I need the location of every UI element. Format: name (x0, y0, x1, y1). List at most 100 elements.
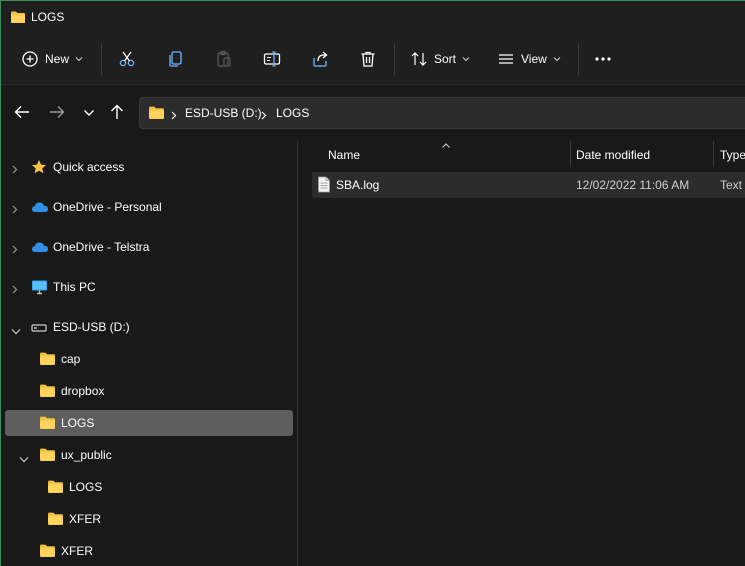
column-name-label: Name (328, 148, 361, 162)
folder-icon (148, 105, 165, 123)
new-label: New (45, 52, 70, 66)
sidebar-item-onedrive-personal[interactable]: OneDrive - Personal (5, 194, 293, 220)
sidebar-item-label: LOGS (69, 480, 103, 494)
arrow-left-icon (14, 105, 30, 122)
sidebar-item-ux-public-xfer[interactable]: XFER (5, 506, 293, 532)
sidebar-item-label: OneDrive - Telstra (53, 240, 150, 254)
monitor-icon (31, 279, 48, 298)
toolbar-divider (101, 43, 102, 75)
sidebar-item-logs[interactable]: LOGS (5, 410, 293, 436)
chevron-down-icon[interactable] (19, 452, 29, 466)
paste-button[interactable] (214, 45, 234, 73)
folder-icon (47, 511, 64, 529)
rename-button[interactable] (262, 45, 282, 73)
delete-button[interactable] (358, 45, 378, 73)
sort-button[interactable]: Sort (410, 45, 470, 73)
sidebar-item-ux-public[interactable]: ux_public (5, 442, 293, 468)
sidebar-item-onedrive-telstra[interactable]: OneDrive - Telstra (5, 234, 293, 260)
more-icon (593, 49, 613, 69)
sidebar-item-label: Quick access (53, 160, 125, 174)
sidebar-item-label: dropbox (61, 384, 105, 398)
column-header-date-modified[interactable]: Date modified (571, 140, 713, 170)
folder-icon (39, 447, 56, 465)
chevron-right-icon[interactable] (12, 163, 18, 177)
folder-icon (39, 543, 56, 561)
chevron-right-icon[interactable] (12, 243, 18, 257)
sidebar-item-label: OneDrive - Personal (53, 200, 162, 214)
sidebar-item-esd-usb[interactable]: ESD-USB (D:) (5, 314, 293, 340)
plus-circle-icon (21, 50, 39, 68)
navigation-pane: Quick access OneDrive - Personal OneDriv… (1, 140, 297, 566)
more-options-button[interactable] (593, 45, 613, 73)
sidebar-item-this-pc[interactable]: This PC (5, 274, 293, 300)
sidebar-item-ux-public-logs[interactable]: LOGS (5, 474, 293, 500)
arrow-up-icon (110, 104, 124, 123)
view-button[interactable]: View (497, 45, 561, 73)
drive-icon (31, 322, 47, 336)
chevron-right-icon (261, 109, 267, 123)
recent-locations-button[interactable] (78, 102, 100, 124)
folder-icon (39, 383, 56, 401)
scissors-icon (117, 49, 137, 69)
column-header-name[interactable]: Name (298, 140, 570, 170)
sidebar-item-label: cap (61, 352, 81, 366)
chevron-right-icon[interactable] (12, 203, 18, 217)
share-button[interactable] (310, 45, 330, 73)
sidebar-item-label: ux_public (61, 448, 112, 462)
view-label: View (521, 52, 547, 66)
sidebar-item-label: XFER (69, 512, 102, 526)
arrow-right-icon (49, 105, 65, 122)
sidebar-item-xfer[interactable]: XFER (5, 538, 293, 564)
column-header-type[interactable]: Type (714, 140, 745, 170)
chevron-down-icon (75, 56, 83, 62)
breadcrumb-logs[interactable]: LOGS (276, 106, 309, 120)
cloud-icon (31, 241, 49, 256)
sort-label: Sort (434, 52, 457, 66)
file-date-modified: 12/02/2022 11:06 AM (576, 178, 690, 192)
command-bar: New Sort View (1, 33, 745, 85)
trash-icon (358, 49, 378, 69)
sidebar-item-label: XFER (61, 544, 94, 558)
chevron-right-icon (171, 109, 177, 123)
explorer-window: LOGS New Sort View ESD-USB (D:) LOGS Qui… (0, 0, 745, 566)
file-list: Name Date modified Type SBA.log 12/02/20… (298, 140, 745, 566)
column-type-label: Type (720, 148, 745, 162)
folder-icon (39, 415, 56, 433)
chevron-down-icon (462, 56, 470, 62)
star-icon (31, 159, 47, 178)
file-row[interactable]: SBA.log 12/02/2022 11:06 AM Text (312, 172, 745, 198)
paste-icon (214, 49, 234, 69)
file-type: Text (720, 178, 743, 192)
toolbar-divider (394, 43, 395, 75)
back-button[interactable] (11, 102, 33, 124)
sidebar-item-dropbox[interactable]: dropbox (5, 378, 293, 404)
copy-button[interactable] (166, 45, 186, 73)
cloud-icon (31, 201, 49, 216)
sidebar-item-cap[interactable]: cap (5, 346, 293, 372)
share-icon (310, 49, 330, 69)
forward-button[interactable] (46, 102, 68, 124)
address-bar[interactable]: ESD-USB (D:) LOGS (139, 97, 745, 129)
sidebar-item-label: LOGS (61, 416, 95, 430)
breadcrumb-drive[interactable]: ESD-USB (D:) (185, 106, 262, 120)
sort-icon (410, 50, 428, 68)
text-file-icon (317, 176, 331, 196)
chevron-down-icon (83, 106, 95, 120)
folder-icon (47, 479, 64, 497)
sidebar-item-label: This PC (53, 280, 96, 294)
window-title: LOGS (31, 10, 65, 24)
chevron-right-icon[interactable] (12, 283, 18, 297)
chevron-down-icon (553, 56, 561, 62)
chevron-down-icon[interactable] (11, 324, 21, 338)
copy-icon (166, 49, 186, 69)
new-button[interactable]: New (21, 45, 83, 73)
folder-icon (10, 10, 26, 27)
view-list-icon (497, 50, 515, 68)
sidebar-item-label: ESD-USB (D:) (53, 320, 130, 334)
cut-button[interactable] (117, 45, 137, 73)
file-name: SBA.log (336, 178, 380, 192)
sidebar-item-quick-access[interactable]: Quick access (5, 154, 293, 180)
up-button[interactable] (106, 102, 128, 124)
folder-icon (39, 351, 56, 369)
toolbar-divider (578, 43, 579, 75)
